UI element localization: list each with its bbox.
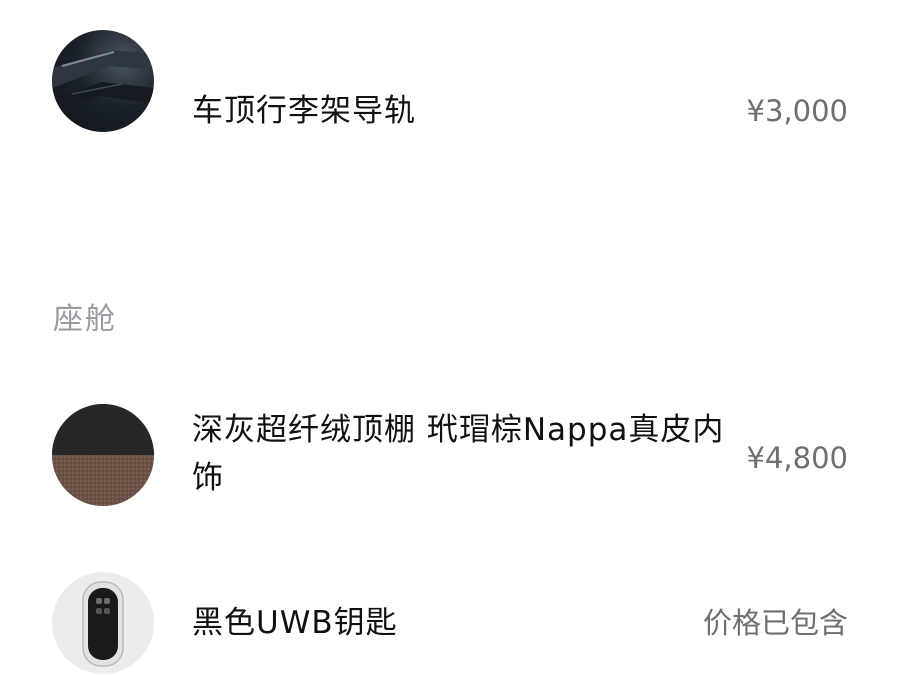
option-price: ¥4,800 (746, 441, 848, 475)
option-name: 车顶行李架导轨 (192, 93, 416, 129)
section-title-cabin: 座舱 (53, 302, 117, 337)
interior-material-thumbnail (52, 404, 154, 506)
uwb-key-thumbnail (52, 572, 154, 674)
roof-rail-thumbnail (52, 30, 154, 132)
option-name: 黑色UWB钥匙 (192, 605, 398, 641)
key-fob-icon (82, 581, 124, 667)
option-price-included: 价格已包含 (702, 606, 848, 640)
option-row-roof-rail[interactable]: 车顶行李架导轨 ¥3,000 (0, 30, 900, 132)
option-row-uwb-key[interactable]: 黑色UWB钥匙 价格已包含 (0, 572, 900, 674)
roof-rail-image (52, 50, 154, 116)
interior-material-image (52, 404, 154, 506)
option-price: ¥3,000 (746, 94, 848, 128)
option-name: 深灰超纤绒顶棚 玳瑁棕Nappa真皮内饰 (192, 412, 725, 496)
option-row-interior[interactable]: 深灰超纤绒顶棚 玳瑁棕Nappa真皮内饰 ¥4,800 (0, 404, 900, 506)
